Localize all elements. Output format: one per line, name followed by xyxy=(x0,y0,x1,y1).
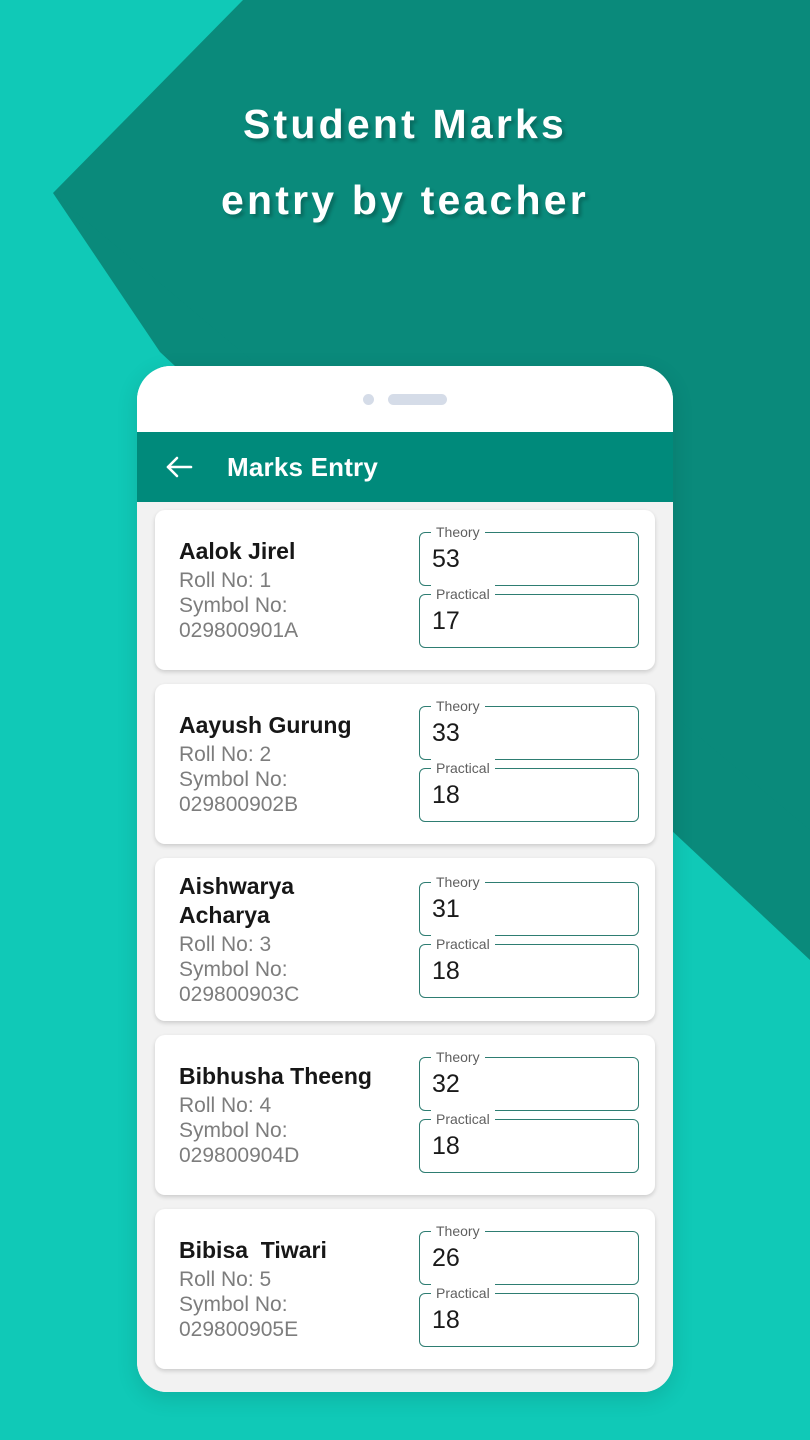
student-symbol-no: 029800905E xyxy=(179,1318,299,1341)
promo-headline-line-1: Student Marks xyxy=(242,101,568,147)
student-roll-no: Roll No: 5 xyxy=(179,1268,272,1291)
student-name: Bibisa Tiwari xyxy=(179,1237,327,1263)
student-info: Aishwarya Acharya Roll No: 3 Symbol No: … xyxy=(179,872,419,1007)
practical-value: 18 xyxy=(432,1132,460,1160)
student-symbol-no: 029800904D xyxy=(179,1144,300,1167)
student-symbol-label: Symbol No: xyxy=(179,1293,288,1316)
student-roll-no: Roll No: 4 xyxy=(179,1094,272,1117)
student-info: Aalok Jirel Roll No: 1 Symbol No: 029800… xyxy=(179,537,419,643)
student-info: Bibhusha Theeng Roll No: 4 Symbol No: 02… xyxy=(179,1062,419,1168)
phone-mockup: Marks Entry Aalok Jirel Roll No: 1 Symbo… xyxy=(137,366,673,1392)
theory-label: Theory xyxy=(431,1222,485,1240)
student-roll-no: Roll No: 3 xyxy=(179,933,272,956)
student-name: Bibhusha Theeng xyxy=(179,1063,372,1089)
theory-input[interactable]: Theory 26 xyxy=(419,1222,639,1285)
student-info: Aayush Gurung Roll No: 2 Symbol No: 0298… xyxy=(179,711,419,817)
practical-input[interactable]: Practical 18 xyxy=(419,1110,639,1173)
theory-input[interactable]: Theory 31 xyxy=(419,872,639,936)
student-symbol-label: Symbol No: xyxy=(179,1119,288,1142)
student-list[interactable]: Aalok Jirel Roll No: 1 Symbol No: 029800… xyxy=(137,502,673,1392)
theory-value: 26 xyxy=(432,1244,460,1272)
app-bar: Marks Entry xyxy=(137,432,673,502)
theory-value: 33 xyxy=(432,719,460,747)
student-card[interactable]: Aishwarya Acharya Roll No: 3 Symbol No: … xyxy=(155,858,655,1021)
theory-input[interactable]: Theory 53 xyxy=(419,523,639,586)
practical-label: Practical xyxy=(431,759,495,777)
student-info: Bibisa Tiwari Roll No: 5 Symbol No: 0298… xyxy=(179,1236,419,1342)
theory-value: 31 xyxy=(432,894,460,923)
student-symbol-no: 029800902B xyxy=(179,793,299,816)
student-name: Aalok Jirel xyxy=(179,538,296,564)
theory-value: 53 xyxy=(432,545,460,573)
theory-label: Theory xyxy=(431,697,485,715)
theory-label: Theory xyxy=(431,1048,485,1066)
student-card[interactable]: Aayush Gurung Roll No: 2 Symbol No: 0298… xyxy=(155,684,655,844)
student-card[interactable]: Bibhusha Theeng Roll No: 4 Symbol No: 02… xyxy=(155,1035,655,1195)
promo-headline-line-2: entry by teacher xyxy=(221,177,589,223)
practical-label: Practical xyxy=(431,585,495,603)
practical-input[interactable]: Practical 18 xyxy=(419,759,639,822)
practical-label: Practical xyxy=(431,934,495,953)
theory-input[interactable]: Theory 33 xyxy=(419,697,639,760)
practical-input[interactable]: Practical 18 xyxy=(419,1284,639,1347)
marks-fields: Theory 33 Practical 18 xyxy=(419,697,639,822)
theory-label: Theory xyxy=(431,523,485,541)
app-bar-title: Marks Entry xyxy=(227,451,379,482)
theory-label: Theory xyxy=(431,872,485,891)
practical-value: 17 xyxy=(432,607,460,635)
student-card[interactable]: Bibisa Tiwari Roll No: 5 Symbol No: 0298… xyxy=(155,1209,655,1369)
camera-dot-icon xyxy=(363,393,374,405)
practical-label: Practical xyxy=(431,1284,495,1302)
marks-fields: Theory 32 Practical 18 xyxy=(419,1048,639,1173)
practical-value: 18 xyxy=(432,1306,460,1334)
student-symbol-label: Symbol No: xyxy=(179,594,288,617)
marks-fields: Theory 31 Practical 18 xyxy=(419,872,639,998)
speaker-pill-icon xyxy=(388,393,447,405)
theory-input[interactable]: Theory 32 xyxy=(419,1048,639,1111)
student-symbol-label: Symbol No: xyxy=(179,768,288,791)
practical-label: Practical xyxy=(431,1110,495,1128)
student-symbol-label: Symbol No: xyxy=(179,958,288,981)
student-card[interactable]: Aalok Jirel Roll No: 1 Symbol No: 029800… xyxy=(155,510,655,670)
marks-fields: Theory 26 Practical 18 xyxy=(419,1222,639,1347)
promo-screenshot: Student Marks entry by teacher Marks Ent… xyxy=(0,0,810,1440)
practical-input[interactable]: Practical 18 xyxy=(419,934,639,998)
practical-value: 18 xyxy=(432,956,460,985)
marks-fields: Theory 53 Practical 17 xyxy=(419,523,639,648)
promo-headline: Student Marks entry by teacher xyxy=(0,86,810,238)
student-symbol-no: 029800903C xyxy=(179,983,300,1006)
practical-input[interactable]: Practical 17 xyxy=(419,585,639,648)
student-roll-no: Roll No: 2 xyxy=(179,743,272,766)
student-name: Aishwarya Acharya xyxy=(179,873,295,928)
student-roll-no: Roll No: 1 xyxy=(179,569,272,592)
student-symbol-no: 029800901A xyxy=(179,619,299,642)
student-name: Aayush Gurung xyxy=(179,712,352,738)
phone-top-bezel xyxy=(137,366,673,432)
back-arrow-icon[interactable] xyxy=(161,449,197,485)
practical-value: 18 xyxy=(432,781,460,809)
theory-value: 32 xyxy=(432,1070,460,1098)
